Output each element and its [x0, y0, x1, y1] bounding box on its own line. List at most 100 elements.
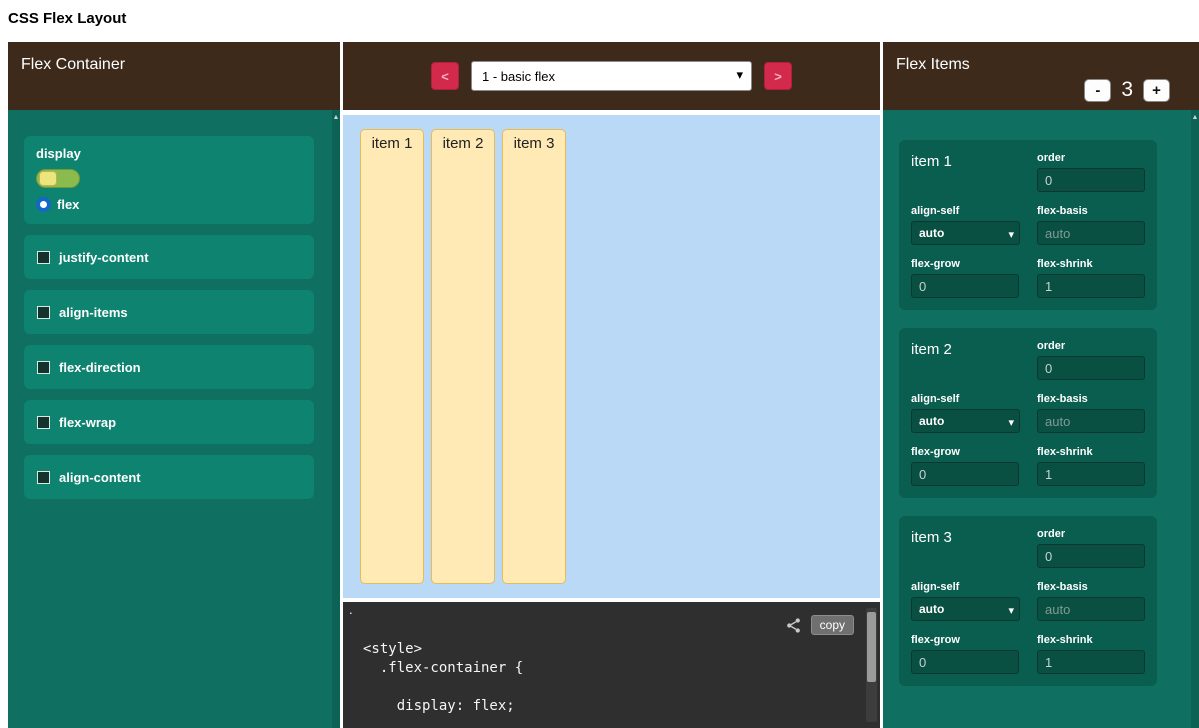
- order-label: order: [1037, 340, 1145, 352]
- align-self-select[interactable]: auto: [911, 597, 1020, 621]
- flex-radio-row: flex: [36, 197, 314, 212]
- align-self-label: align-self: [911, 581, 1037, 593]
- flex-grow-input[interactable]: [911, 650, 1019, 674]
- flex-demo-item: item 1: [360, 129, 424, 584]
- code-panel: . copy <style> .flex-container { display…: [343, 602, 880, 728]
- flex-wrap-group: flex-wrap: [24, 400, 314, 444]
- preview-column: < 1 - basic flex ▾ > item 1 item 2 item …: [343, 42, 880, 728]
- flex-shrink-field: flex-shrink: [1037, 258, 1145, 298]
- copy-button[interactable]: copy: [811, 615, 854, 635]
- flex-shrink-input[interactable]: [1037, 650, 1145, 674]
- align-self-field: align-self auto ▾: [911, 393, 1037, 433]
- item-card-title: item 2: [911, 340, 1037, 380]
- align-self-label: align-self: [911, 205, 1037, 217]
- code-line: display: flex;: [363, 697, 880, 716]
- app: Flex Container display flex justify-cont…: [8, 42, 1199, 728]
- scroll-up-arrow-icon[interactable]: ▲: [332, 110, 340, 122]
- flex-shrink-input[interactable]: [1037, 462, 1145, 486]
- item-counter: - 3 +: [1084, 78, 1170, 102]
- flex-basis-field: flex-basis: [1037, 581, 1145, 621]
- justify-content-label: justify-content: [59, 250, 149, 265]
- display-label: display: [36, 146, 314, 161]
- align-self-select[interactable]: auto: [911, 409, 1020, 433]
- order-input[interactable]: [1037, 356, 1145, 380]
- code-block: <style> .flex-container { display: flex;: [363, 640, 880, 716]
- code-line: .flex-container {: [363, 659, 880, 678]
- flex-direction-checkbox[interactable]: [37, 361, 50, 374]
- flex-basis-input[interactable]: [1037, 597, 1145, 621]
- share-icon[interactable]: [785, 617, 802, 634]
- order-input[interactable]: [1037, 168, 1145, 192]
- prev-preset-button[interactable]: <: [431, 62, 459, 90]
- order-field: order: [1037, 528, 1145, 568]
- align-content-label: align-content: [59, 470, 141, 485]
- display-toggle[interactable]: [36, 169, 80, 188]
- right-panel-scrollbar[interactable]: ▲: [1191, 110, 1199, 728]
- flex-shrink-label: flex-shrink: [1037, 258, 1145, 270]
- flex-basis-field: flex-basis: [1037, 205, 1145, 245]
- align-content-checkbox[interactable]: [37, 471, 50, 484]
- flex-basis-label: flex-basis: [1037, 205, 1145, 217]
- flex-basis-input[interactable]: [1037, 221, 1145, 245]
- flex-items-title: Flex Items: [896, 56, 970, 74]
- flex-container-body: display flex justify-content align-items: [8, 110, 340, 728]
- item-card-title: item 1: [911, 152, 1037, 192]
- justify-content-group: justify-content: [24, 235, 314, 279]
- align-items-label: align-items: [59, 305, 128, 320]
- flex-grow-field: flex-grow: [911, 258, 1037, 298]
- flex-shrink-field: flex-shrink: [1037, 446, 1145, 486]
- align-items-checkbox[interactable]: [37, 306, 50, 319]
- item-count: 3: [1121, 78, 1133, 102]
- flex-wrap-checkbox[interactable]: [37, 416, 50, 429]
- flex-basis-label: flex-basis: [1037, 581, 1145, 593]
- next-preset-button[interactable]: >: [764, 62, 792, 90]
- flex-demo-item: item 3: [502, 129, 566, 584]
- flex-grow-label: flex-grow: [911, 634, 1037, 646]
- item-card-1: item 1 order align-self auto ▾: [899, 140, 1157, 310]
- preset-select[interactable]: 1 - basic flex: [471, 61, 752, 91]
- preset-bar: < 1 - basic flex ▾ >: [343, 42, 880, 110]
- flex-container-title: Flex Container: [21, 56, 125, 74]
- order-label: order: [1037, 152, 1145, 164]
- flex-container-panel: Flex Container display flex justify-cont…: [8, 42, 340, 728]
- flex-direction-label: flex-direction: [59, 360, 141, 375]
- flex-grow-label: flex-grow: [911, 258, 1037, 270]
- flex-items-header: Flex Items - 3 +: [883, 42, 1199, 110]
- code-toolbar: copy: [785, 615, 854, 635]
- align-self-select[interactable]: auto: [911, 221, 1020, 245]
- justify-content-checkbox[interactable]: [37, 251, 50, 264]
- left-panel-scrollbar[interactable]: ▲: [332, 110, 340, 728]
- flex-basis-field: flex-basis: [1037, 393, 1145, 433]
- order-input[interactable]: [1037, 544, 1145, 568]
- order-field: order: [1037, 152, 1145, 192]
- flex-grow-input[interactable]: [911, 462, 1019, 486]
- flex-grow-field: flex-grow: [911, 634, 1037, 674]
- flex-grow-field: flex-grow: [911, 446, 1037, 486]
- flex-demo-container: item 1 item 2 item 3: [343, 115, 880, 598]
- flex-container-header: Flex Container: [8, 42, 340, 110]
- add-item-button[interactable]: +: [1143, 79, 1170, 102]
- align-self-select-wrap: auto ▾: [911, 412, 1020, 429]
- flex-radio[interactable]: [36, 197, 51, 212]
- remove-item-button[interactable]: -: [1084, 79, 1111, 102]
- flex-wrap-label: flex-wrap: [59, 415, 116, 430]
- align-self-select-wrap: auto ▾: [911, 600, 1020, 617]
- flex-shrink-input[interactable]: [1037, 274, 1145, 298]
- display-group: display flex: [24, 136, 314, 224]
- item-card-title: item 3: [911, 528, 1037, 568]
- align-self-label: align-self: [911, 393, 1037, 405]
- flex-demo-item: item 2: [431, 129, 495, 584]
- flex-basis-input[interactable]: [1037, 409, 1145, 433]
- order-label: order: [1037, 528, 1145, 540]
- flex-direction-group: flex-direction: [24, 345, 314, 389]
- toggle-knob: [39, 171, 57, 186]
- align-self-field: align-self auto ▾: [911, 581, 1037, 621]
- corner-dot: .: [349, 602, 353, 617]
- scroll-up-arrow-icon[interactable]: ▲: [1191, 110, 1199, 122]
- code-line: <style>: [363, 640, 880, 659]
- align-content-group: align-content: [24, 455, 314, 499]
- code-scrollbar[interactable]: [866, 608, 877, 722]
- code-scrollbar-thumb[interactable]: [867, 612, 876, 682]
- item-card-2: item 2 order align-self auto ▾: [899, 328, 1157, 498]
- flex-grow-input[interactable]: [911, 274, 1019, 298]
